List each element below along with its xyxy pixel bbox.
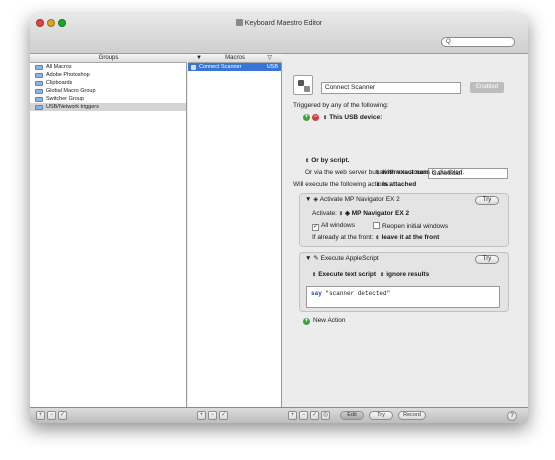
action-activate-app[interactable]: ▼ ◈ Activate MP Navigator EX 2 Try Activ… <box>299 193 509 247</box>
folder-icon <box>35 80 43 86</box>
folder-icon <box>35 88 43 94</box>
enable-button[interactable]: ✓ <box>310 411 319 420</box>
macro-icon-well[interactable] <box>293 75 313 95</box>
script-text-area[interactable]: say "scanner detected" <box>306 286 500 308</box>
app-icon: ◈ <box>313 196 319 203</box>
checkbox-unchecked-icon <box>373 222 380 229</box>
remove-group-button[interactable]: − <box>47 411 56 420</box>
popup-arrows-icon: ⇕ <box>338 211 343 217</box>
macros-header[interactable]: ▼ Macros ▽ <box>188 54 282 63</box>
trigger-badge: USB <box>266 64 278 70</box>
remove-macro-button[interactable]: − <box>208 411 217 420</box>
disclosure-triangle-icon[interactable]: ▼ <box>305 196 311 203</box>
search-icon: Q <box>446 39 451 45</box>
remove-trigger-icon[interactable]: − <box>312 114 319 121</box>
record-icon-button[interactable]: ◎ <box>321 411 330 420</box>
title-bar: Keyboard Maestro Editor Q <box>30 14 528 54</box>
script-trigger-popup[interactable]: ⇕ Or by script. <box>305 157 350 165</box>
try-button[interactable]: Try <box>369 411 393 420</box>
add-button[interactable]: + <box>288 411 297 420</box>
sort-icon[interactable]: ▽ <box>267 54 272 62</box>
group-item-selected[interactable]: USB/Network triggers <box>30 103 186 111</box>
app-popup[interactable]: ⇕ ◈ MP Navigator EX 2 <box>339 210 409 217</box>
folder-icon <box>35 104 43 110</box>
macros-list: Connect Scanner USB <box>188 63 282 407</box>
add-group-button[interactable]: + <box>36 411 45 420</box>
macro-editor: Connect Scanner Enabled Triggered by any… <box>283 54 528 407</box>
bottom-toolbar: + − ✓ + − ✓ + − ✓ ◎ Edit Try Record ? <box>30 407 528 423</box>
main-window: Keyboard Maestro Editor Q Groups ▼ Macro… <box>30 14 528 423</box>
script-icon: ✎ <box>313 255 319 262</box>
new-action-icon[interactable]: + <box>303 318 310 325</box>
groups-list: All Macros Adobe Photoshop Clipboards Gl… <box>30 63 187 407</box>
folder-icon <box>35 96 43 102</box>
groups-header[interactable]: Groups <box>30 54 187 63</box>
try-button[interactable]: Try <box>475 255 499 264</box>
front-behavior-popup[interactable]: ⇕ leave it at the front <box>375 234 439 241</box>
group-item[interactable]: All Macros <box>30 63 186 71</box>
add-macro-button[interactable]: + <box>197 411 206 420</box>
action-header: ▼ ◈ Activate MP Navigator EX 2 <box>305 196 400 203</box>
results-popup[interactable]: ⇕ ignore results <box>380 271 429 279</box>
triggered-label: Triggered by any of the following: <box>293 102 389 109</box>
record-button[interactable]: Record <box>398 411 426 420</box>
will-execute-label: Will execute the following actions: <box>293 181 391 188</box>
popup-arrows-icon: ⇕ <box>375 235 380 241</box>
group-item[interactable]: Clipboards <box>30 79 186 87</box>
add-trigger-icon[interactable]: + <box>303 114 310 121</box>
group-item[interactable]: Global Macro Group <box>30 87 186 95</box>
action-header: ▼ ✎ Execute AppleScript <box>305 255 379 262</box>
popup-arrows-icon: ⇕ <box>312 272 317 278</box>
new-action-button[interactable]: New Action <box>313 317 346 325</box>
app-icon: ◈ <box>344 210 350 217</box>
script-mode-popup[interactable]: ⇕ Execute text script <box>312 271 376 279</box>
remove-button[interactable]: − <box>299 411 308 420</box>
macro-item-connect-scanner[interactable]: Connect Scanner USB <box>188 63 281 71</box>
try-button[interactable]: Try <box>475 196 499 205</box>
enabled-button[interactable]: Enabled <box>470 82 504 93</box>
macro-options-button[interactable]: ✓ <box>219 411 228 420</box>
window-title: Keyboard Maestro Editor <box>30 19 528 27</box>
popup-arrows-icon: ⇕ <box>380 272 385 278</box>
macro-icon <box>191 64 196 70</box>
edit-button[interactable]: Edit <box>340 411 364 420</box>
filter-icon[interactable]: ▼ <box>196 54 202 62</box>
help-button[interactable]: ? <box>507 411 517 421</box>
group-item[interactable]: Adobe Photoshop <box>30 71 186 79</box>
group-item[interactable]: Switcher Group <box>30 95 186 103</box>
search-field[interactable]: Q <box>441 37 515 47</box>
popup-arrows-icon: ⇕ <box>305 158 310 164</box>
popup-arrows-icon: ⇕ <box>323 115 328 121</box>
reopen-windows-checkbox[interactable]: Reopen initial windows <box>373 222 448 231</box>
usb-trigger-popup[interactable]: ⇕ This USB device: <box>323 114 382 122</box>
web-server-note: Or via the web server but all remote acc… <box>305 169 465 176</box>
checkbox-checked-icon: ✓ <box>312 224 319 231</box>
group-options-button[interactable]: ✓ <box>58 411 67 420</box>
action-execute-applescript[interactable]: ▼ ✎ Execute AppleScript Try ⇕ Execute tex… <box>299 252 509 312</box>
disclosure-triangle-icon[interactable]: ▼ <box>305 255 311 262</box>
folder-icon <box>35 64 43 70</box>
all-windows-checkbox[interactable]: ✓ All windows <box>312 222 355 231</box>
folder-icon <box>35 72 43 78</box>
app-icon <box>235 19 243 26</box>
macro-name-field[interactable]: Connect Scanner <box>321 82 461 94</box>
